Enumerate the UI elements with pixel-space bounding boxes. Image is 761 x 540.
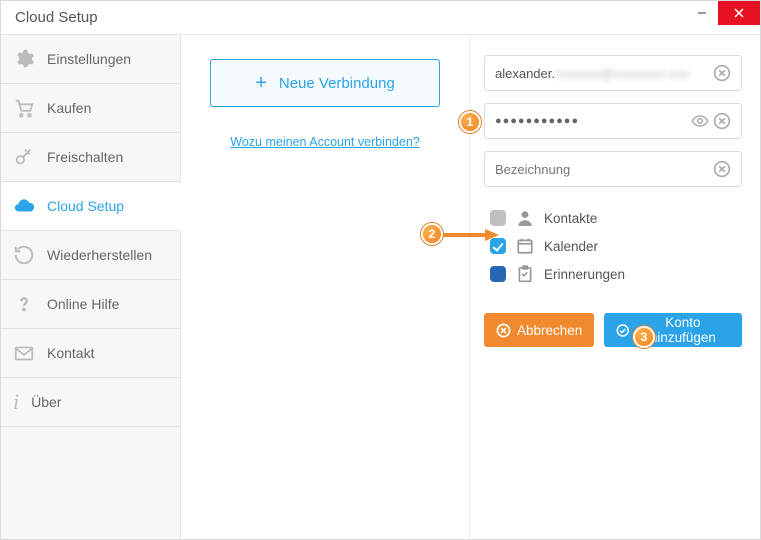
annotation-marker-1: 1 [459, 111, 481, 133]
sidebar-item-kaufen[interactable]: Kaufen [1, 84, 180, 133]
info-icon: i [13, 389, 19, 415]
clear-label-icon[interactable] [713, 160, 731, 178]
sidebar-item-wiederherstellen[interactable]: Wiederherstellen [1, 231, 180, 280]
middle-panel: + Neue Verbindung Wozu meinen Account ve… [181, 35, 470, 539]
cancel-button[interactable]: Abbrechen [484, 313, 594, 347]
cancel-x-icon [496, 323, 511, 338]
cloud-icon [13, 195, 35, 217]
sidebar-item-ueber[interactable]: i Über [1, 378, 180, 427]
sidebar-item-cloud-setup[interactable]: Cloud Setup [1, 182, 181, 231]
person-icon [516, 209, 534, 227]
button-row: Abbrechen Konto hinzufügen [484, 313, 742, 347]
sync-row-erinnerungen[interactable]: Erinnerungen [490, 265, 742, 283]
sync-row-kalender[interactable]: Kalender [490, 237, 742, 255]
sidebar-item-freischalten[interactable]: Freischalten [1, 133, 180, 182]
label-input[interactable] [495, 162, 709, 177]
add-account-button[interactable]: Konto hinzufügen [604, 313, 742, 347]
sidebar-item-label: Über [31, 394, 61, 410]
new-connection-label: Neue Verbindung [279, 75, 395, 92]
cancel-label: Abbrechen [517, 323, 582, 338]
window-title: Cloud Setup [15, 9, 98, 26]
email-field-wrap[interactable]: alexander. xxxxxxx@xxxxxxxx.xxx [484, 55, 742, 91]
show-password-icon[interactable] [691, 112, 709, 130]
sidebar-item-label: Kaufen [47, 100, 91, 116]
check-circle-icon [616, 323, 629, 338]
sidebar-item-einstellungen[interactable]: Einstellungen [1, 35, 180, 84]
form-panel: alexander. xxxxxxx@xxxxxxxx.xxx ●●●●●●●●… [470, 35, 760, 539]
sync-list: Kontakte Kalender Erinnerungen [484, 209, 742, 283]
mail-icon [13, 342, 35, 364]
sidebar-item-label: Cloud Setup [47, 198, 124, 214]
help-link[interactable]: Wozu meinen Account verbinden? [230, 135, 419, 149]
label-field-wrap[interactable] [484, 151, 742, 187]
body: Einstellungen Kaufen Freischalten Cloud … [1, 35, 760, 539]
plus-icon: + [255, 72, 267, 95]
help-icon [13, 293, 35, 315]
sidebar-item-label: Kontakt [47, 345, 94, 361]
email-blurred-suffix: xxxxxxx@xxxxxxxx.xxx [555, 66, 689, 81]
sidebar-item-label: Einstellungen [47, 51, 131, 67]
clear-password-icon[interactable] [713, 112, 731, 130]
password-field-wrap[interactable]: ●●●●●●●●●●● [484, 103, 742, 139]
annotation-arrow [441, 227, 501, 243]
checkbox-erinnerungen[interactable] [490, 266, 506, 282]
window-controls [686, 1, 760, 25]
sidebar-item-label: Online Hilfe [47, 296, 119, 312]
gear-icon [13, 48, 35, 70]
sync-label: Kontakte [544, 211, 597, 226]
password-mask: ●●●●●●●●●●● [495, 115, 579, 127]
annotation-marker-3: 3 [633, 326, 655, 348]
cart-icon [13, 97, 35, 119]
minimize-button[interactable] [686, 1, 718, 25]
sidebar: Einstellungen Kaufen Freischalten Cloud … [1, 35, 181, 539]
email-visible-prefix: alexander. [495, 66, 555, 81]
key-icon [13, 146, 35, 168]
checkbox-kontakte[interactable] [490, 210, 506, 226]
restore-icon [13, 244, 35, 266]
calendar-icon [516, 237, 534, 255]
new-connection-button[interactable]: + Neue Verbindung [210, 59, 440, 107]
clipboard-icon [516, 265, 534, 283]
sync-label: Erinnerungen [544, 267, 625, 282]
close-button[interactable] [718, 1, 760, 25]
sidebar-item-label: Wiederherstellen [47, 247, 152, 263]
app-window: Cloud Setup Einstellungen Kaufen [0, 0, 761, 540]
titlebar: Cloud Setup [1, 1, 760, 35]
sync-row-kontakte[interactable]: Kontakte [490, 209, 742, 227]
sidebar-item-label: Freischalten [47, 149, 123, 165]
sync-label: Kalender [544, 239, 598, 254]
sidebar-item-online-hilfe[interactable]: Online Hilfe [1, 280, 180, 329]
clear-email-icon[interactable] [713, 64, 731, 82]
annotation-marker-2: 2 [421, 223, 443, 245]
sidebar-item-kontakt[interactable]: Kontakt [1, 329, 180, 378]
